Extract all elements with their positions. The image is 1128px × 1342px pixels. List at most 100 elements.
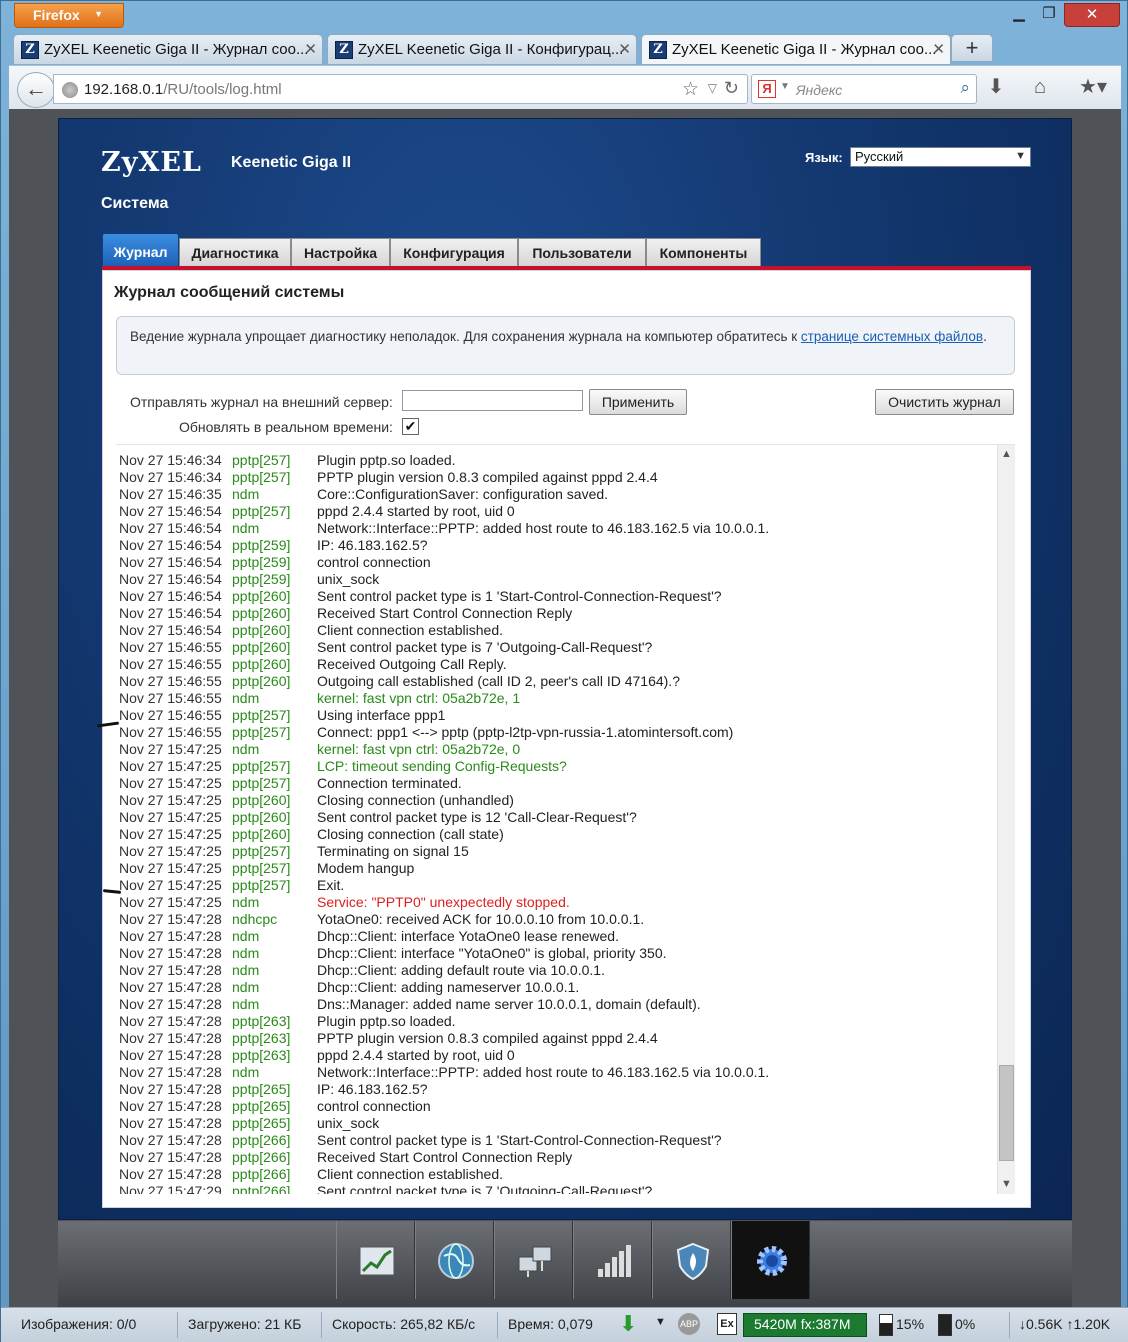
log-row: Nov 27 15:47:28 ndm Dhcp::Client: adding d…	[116, 962, 994, 979]
log-source: pptp[260]	[232, 656, 291, 672]
scroll-up-icon[interactable]: ▲	[1001, 448, 1012, 460]
zyxel-favicon-icon: Z	[649, 41, 667, 59]
download-arrow-icon[interactable]: ⬇	[619, 1311, 637, 1337]
tab-settings[interactable]: Настройка	[291, 238, 390, 267]
reload-icon[interactable]: ↻	[724, 78, 739, 99]
dock-security-button[interactable]	[652, 1221, 731, 1299]
chevron-down-icon[interactable]: ▼	[655, 1316, 666, 1328]
log-message: unix_sock	[317, 571, 380, 587]
log-source: pptp[257]	[232, 877, 291, 893]
log-message: Dhcp::Client: adding nameserver 10.0.0.1…	[317, 979, 580, 995]
address-bar[interactable]: 192.168.0.1/RU/tools/log.html ☆ ▽ ↻	[53, 74, 748, 104]
browser-tab-3[interactable]: Z ZyXEL Keenetic Giga II - Журнал соо...…	[641, 34, 951, 64]
tab-configuration[interactable]: Конфигурация	[390, 238, 518, 267]
log-date: Nov 27 15:47:28	[119, 962, 222, 978]
log-date: Nov 27 15:46:55	[119, 639, 222, 655]
tab-users[interactable]: Пользователи	[518, 238, 646, 267]
firefox-menu-button[interactable]: Firefox ▼	[14, 3, 124, 28]
log-area[interactable]: Nov 27 15:46:34 pptp[257] Plugin pptp.so l…	[116, 444, 1015, 1194]
search-input[interactable]: Я ▼ Яндекс ⌕	[751, 74, 977, 104]
log-row: Nov 27 15:47:28 ndhcpc YotaOne0: received …	[116, 911, 994, 928]
log-date: Nov 27 15:47:29	[119, 1183, 222, 1194]
log-date: Nov 27 15:47:25	[119, 775, 222, 791]
remote-server-input[interactable]	[402, 390, 583, 411]
log-row: Nov 27 15:47:28 pptp[266] Sent control pac…	[116, 1132, 994, 1149]
clear-log-button[interactable]: Очистить журнал	[875, 389, 1014, 415]
language-value: Русский	[855, 149, 904, 164]
new-tab-button[interactable]: +	[951, 34, 993, 62]
log-scrollbar[interactable]: ▲ ▼	[997, 445, 1015, 1194]
log-message: Sent control packet type is 7 'Outgoing-…	[317, 1183, 653, 1194]
info-end: .	[983, 329, 987, 344]
log-row: Nov 27 15:46:55 pptp[260] Received Outgoin…	[116, 656, 994, 673]
tab-components[interactable]: Компоненты	[646, 238, 761, 267]
bookmark-star-icon[interactable]: ☆	[682, 78, 699, 101]
log-source: pptp[263]	[232, 1030, 291, 1046]
history-dropdown-icon[interactable]: ▽	[708, 81, 717, 95]
network-icon	[518, 1246, 552, 1277]
log-message: Client connection established.	[317, 1166, 504, 1182]
language-select[interactable]: Русский ▼	[850, 147, 1031, 167]
log-source: pptp[260]	[232, 588, 291, 604]
scroll-thumb[interactable]	[999, 1065, 1014, 1161]
dock-internet-button[interactable]	[415, 1221, 494, 1299]
log-source: pptp[257]	[232, 724, 291, 740]
title-bar: Firefox ▼ ▁ ❐ ✕	[1, 1, 1128, 31]
extension-icon[interactable]: Ex	[717, 1313, 737, 1335]
log-message: Core::ConfigurationSaver: configuration …	[317, 486, 609, 502]
chevron-down-icon[interactable]: ▼	[780, 81, 790, 92]
close-window-button[interactable]: ✕	[1064, 3, 1120, 27]
realtime-checkbox[interactable]: ✔	[402, 418, 419, 435]
log-date: Nov 27 15:46:55	[119, 673, 222, 689]
log-message: Exit.	[317, 877, 345, 893]
maximize-button[interactable]: ❐	[1034, 3, 1064, 27]
log-message: Connection terminated.	[317, 775, 462, 791]
status-loaded: Загружено: 21 КБ	[188, 1316, 302, 1332]
close-tab-icon[interactable]: ✕	[304, 40, 317, 58]
minimize-button[interactable]: ▁	[1004, 3, 1034, 27]
download-icon[interactable]: ⬇	[981, 74, 1011, 102]
log-row: Nov 27 15:47:28 ndm Dhcp::Client: adding n…	[116, 979, 994, 996]
status-separator	[321, 1312, 322, 1338]
log-row: Nov 27 15:47:25 ndm kernel: fast vpn ctrl:…	[116, 741, 994, 758]
dock-stats-button[interactable]	[336, 1221, 415, 1299]
bookmarks-menu-icon[interactable]: ★▾	[1071, 74, 1115, 102]
system-files-link[interactable]: странице системных файлов	[801, 329, 983, 344]
status-separator	[1009, 1312, 1010, 1338]
scroll-down-icon[interactable]: ▼	[1001, 1178, 1012, 1190]
tab-log[interactable]: Журнал	[102, 233, 179, 267]
adblock-icon[interactable]: ABP	[678, 1313, 700, 1335]
log-message: pppd 2.4.4 started by root, uid 0	[317, 1047, 515, 1063]
browser-tab-2[interactable]: Z ZyXEL Keenetic Giga II - Конфигурац...…	[327, 34, 637, 64]
log-source: ndm	[232, 690, 260, 706]
dock-network-button[interactable]	[494, 1221, 573, 1299]
cpu-usage-2: 0%	[955, 1316, 976, 1332]
log-row: Nov 27 15:47:28 pptp[266] Client connectio…	[116, 1166, 994, 1183]
log-date: Nov 27 15:47:25	[119, 877, 222, 893]
log-row: Nov 27 15:46:35 ndm Core::ConfigurationSav…	[116, 486, 994, 503]
dock-wifi-button[interactable]	[573, 1221, 652, 1299]
log-row: Nov 27 15:46:55 pptp[257] Connect: ppp1 <-…	[116, 724, 994, 741]
log-row: Nov 27 15:46:55 pptp[257] Using interface …	[116, 707, 994, 724]
log-source: pptp[260]	[232, 639, 291, 655]
home-icon[interactable]: ⌂	[1025, 74, 1055, 102]
log-date: Nov 27 15:47:28	[119, 1047, 222, 1063]
log-message: YotaOne0: received ACK for 10.0.0.10 fro…	[317, 911, 645, 927]
tab-diagnostics[interactable]: Диагностика	[179, 238, 291, 267]
log-source: pptp[260]	[232, 622, 291, 638]
search-icon[interactable]: ⌕	[960, 78, 970, 98]
close-tab-icon[interactable]: ✕	[932, 40, 945, 58]
log-row: Nov 27 15:47:28 pptp[265] IP: 46.183.162.5…	[116, 1081, 994, 1098]
back-button[interactable]: ←	[17, 72, 55, 108]
dock-system-button[interactable]	[731, 1221, 810, 1299]
yandex-icon[interactable]: Я	[758, 80, 776, 98]
log-date: Nov 27 15:46:54	[119, 605, 222, 621]
close-tab-icon[interactable]: ✕	[618, 40, 631, 58]
log-message: Sent control packet type is 12 'Call-Cle…	[317, 809, 637, 825]
log-message: pppd 2.4.4 started by root, uid 0	[317, 503, 515, 519]
memory-indicator: 5420M fx:387M	[743, 1313, 867, 1337]
browser-tab-1[interactable]: Z ZyXEL Keenetic Giga II - Журнал соо...…	[13, 34, 323, 64]
apply-button[interactable]: Применить	[589, 389, 687, 415]
log-date: Nov 27 15:47:28	[119, 911, 222, 927]
log-message: IP: 46.183.162.5?	[317, 537, 428, 553]
